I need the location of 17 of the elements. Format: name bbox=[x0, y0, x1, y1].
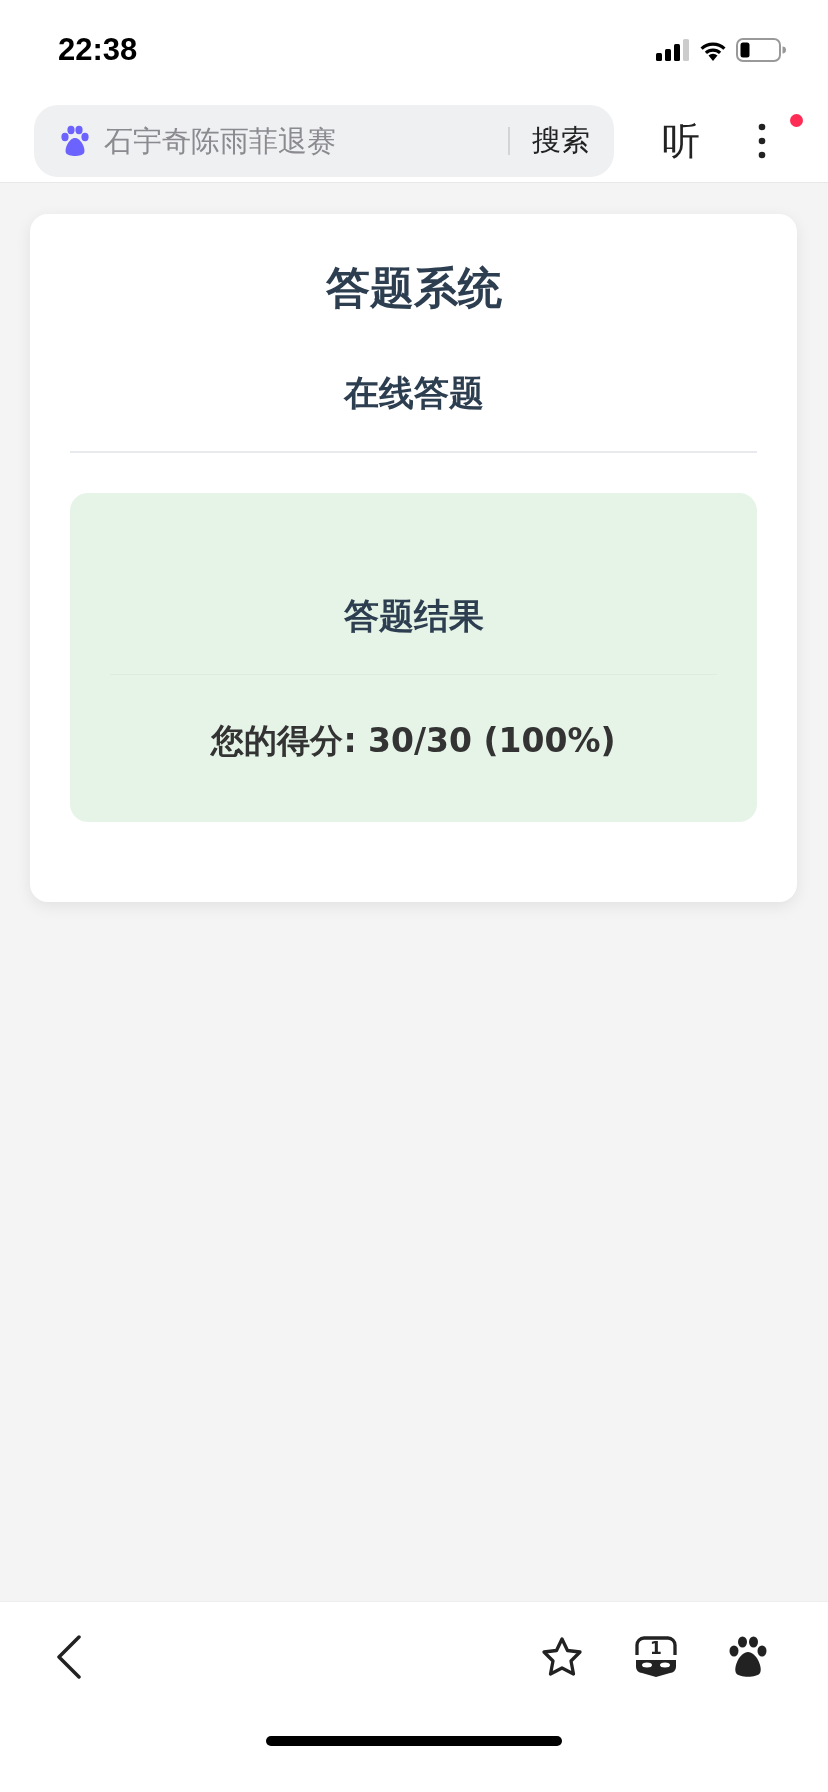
score-text: 您的得分: 30/30 (100%) bbox=[211, 720, 616, 762]
page-title: 答题系统 bbox=[324, 261, 503, 315]
tabs-button[interactable]: 1 bbox=[634, 1635, 678, 1679]
paw-icon[interactable] bbox=[728, 1636, 768, 1678]
listen-button[interactable]: 听 bbox=[662, 115, 700, 167]
search-button[interactable]: 搜索 bbox=[532, 121, 590, 161]
star-icon[interactable] bbox=[540, 1636, 584, 1678]
battery-icon bbox=[736, 38, 786, 62]
search-field[interactable]: 石宇奇陈雨菲退赛 搜索 bbox=[34, 105, 614, 177]
wifi-icon bbox=[698, 39, 728, 61]
section-title: 在线答题 bbox=[342, 372, 485, 415]
more-menu-icon[interactable] bbox=[758, 123, 766, 159]
back-icon[interactable] bbox=[56, 1635, 82, 1679]
signal-icon bbox=[656, 39, 690, 61]
result-heading: 答题结果 bbox=[343, 595, 484, 638]
status-time: 22:38 bbox=[58, 32, 138, 68]
paw-icon bbox=[60, 125, 90, 157]
